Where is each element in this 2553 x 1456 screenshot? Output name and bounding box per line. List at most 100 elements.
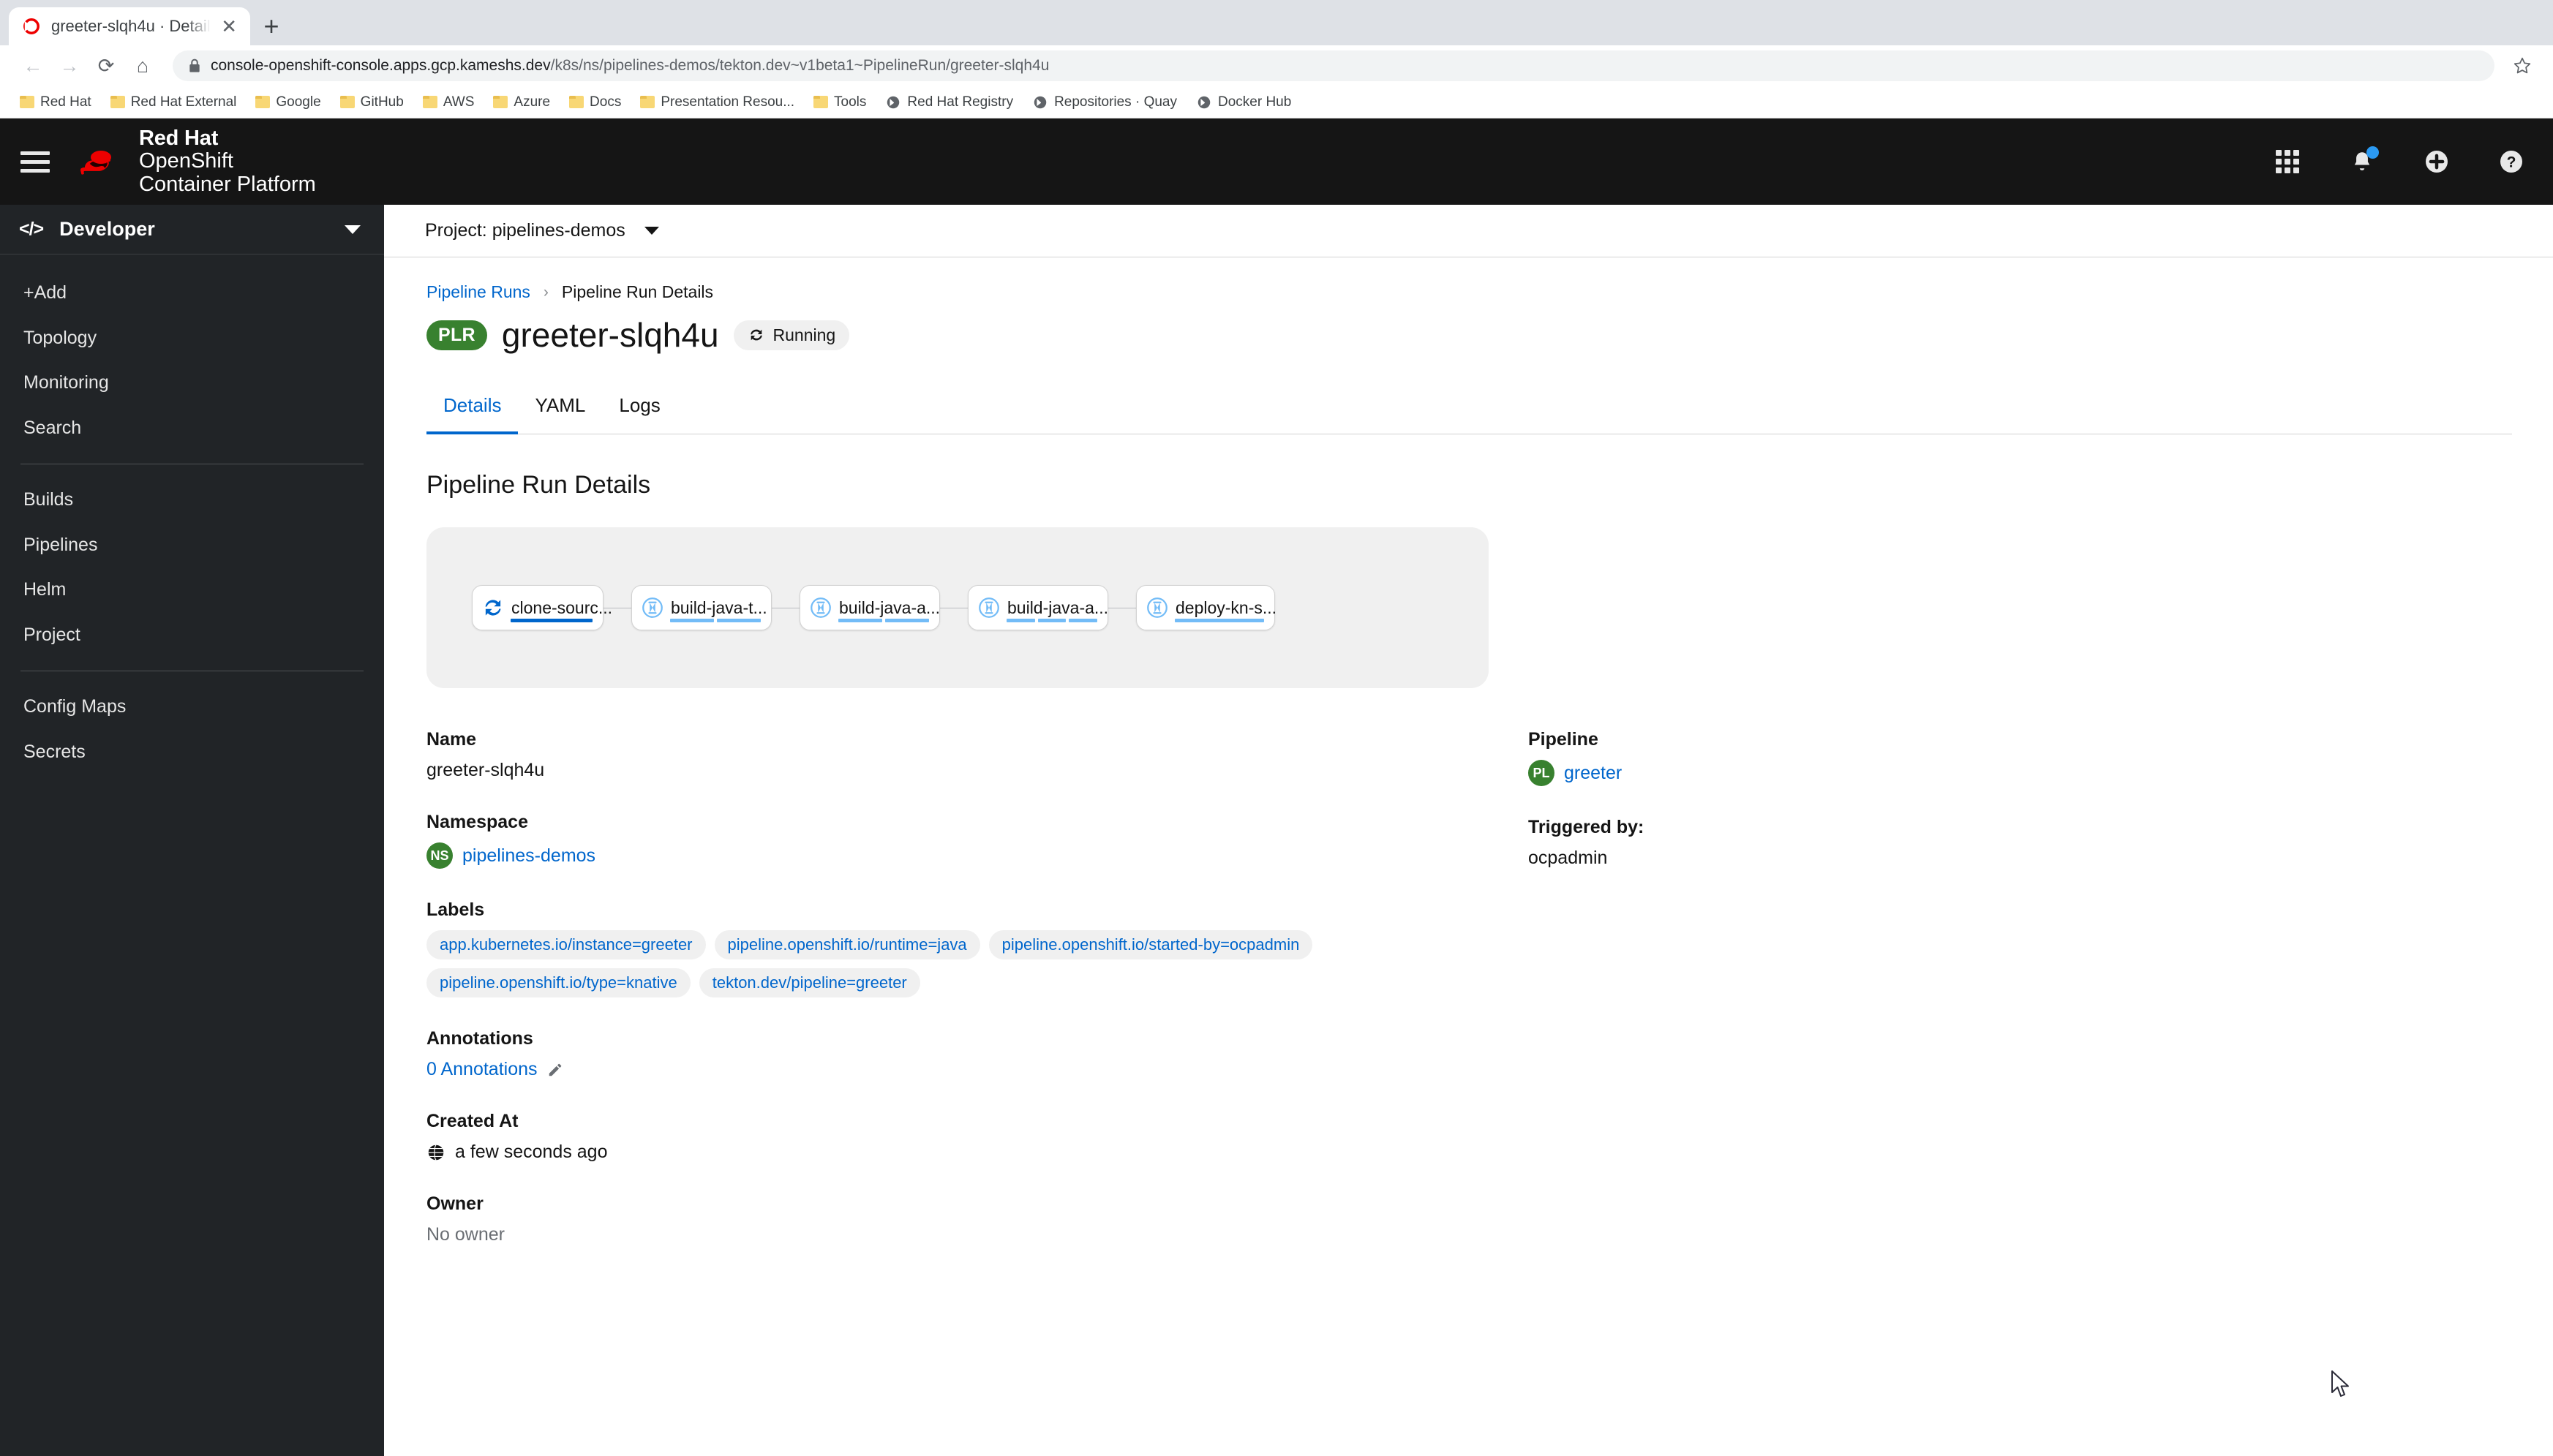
bookmark-label: Presentation Resou... — [661, 94, 795, 110]
pipeline-task-step-bar — [1175, 619, 1264, 622]
field-value-pipeline: PL greeter — [1528, 760, 2512, 786]
sidebar-item-builds[interactable]: Builds — [0, 478, 384, 523]
browser-toolbar: ← → ⟳ ⌂ console-openshift-console.apps.g… — [0, 45, 2553, 86]
bookmark-label: GitHub — [360, 94, 404, 110]
tab-yaml[interactable]: YAML — [518, 384, 602, 434]
bookmark-label: AWS — [443, 94, 475, 110]
bookmark-item[interactable]: Google — [247, 91, 328, 114]
sidebar-item-search[interactable]: Search — [0, 406, 384, 451]
pipeline-task-node[interactable]: clone-sourc... — [472, 585, 612, 630]
field-labels: Labels app.kubernetes.io/instance=greete… — [426, 899, 1489, 997]
bookmark-item[interactable]: Red Hat — [12, 91, 99, 114]
lock-icon — [189, 59, 200, 72]
help-circle-icon[interactable]: ? — [2496, 146, 2527, 177]
bookmark-item[interactable]: GitHub — [332, 91, 412, 114]
pipeline-task-step-bar — [670, 619, 714, 622]
hourglass-pending-icon — [811, 597, 831, 618]
red-hat-logo-icon — [80, 151, 111, 175]
chevron-down-icon — [345, 225, 361, 234]
pipeline-task-node[interactable]: build-java-a... — [968, 585, 1108, 630]
pipeline-link[interactable]: greeter — [1564, 763, 1622, 784]
brand-logo[interactable]: Red Hat OpenShift Container Platform — [70, 127, 316, 196]
pipeline-task-label: build-java-a... — [839, 597, 941, 617]
bookmark-item[interactable]: Docker Hub — [1188, 91, 1299, 114]
sidebar-item-monitoring[interactable]: Monitoring — [0, 361, 384, 406]
breadcrumb-link-pipeline-runs[interactable]: Pipeline Runs — [426, 282, 530, 302]
bookmark-star-icon[interactable] — [2508, 51, 2537, 80]
bookmark-item[interactable]: Azure — [485, 91, 558, 114]
field-namespace: Namespace NS pipelines-demos — [426, 812, 1489, 869]
code-icon: </> — [19, 219, 44, 239]
label-chip[interactable]: app.kubernetes.io/instance=greeter — [426, 930, 706, 959]
bookmark-item[interactable]: Red Hat External — [102, 91, 245, 114]
sidebar-nav-list: +Add Topology Monitoring Search Builds Pipeli… — [0, 254, 384, 774]
field-value-namespace: NS pipelines-demos — [426, 842, 1489, 869]
bookmark-item[interactable]: Tools — [805, 91, 874, 114]
address-bar[interactable]: console-openshift-console.apps.gcp.kames… — [173, 50, 2494, 81]
tab-logs[interactable]: Logs — [602, 384, 677, 434]
notification-bell-icon[interactable] — [2347, 146, 2379, 177]
sidebar-item-topology[interactable]: Topology — [0, 316, 384, 361]
field-owner: Owner No owner — [426, 1193, 1489, 1245]
main-content: Project: pipelines-demos Pipeline Runs ›… — [384, 205, 2553, 1456]
home-icon[interactable]: ⌂ — [126, 49, 159, 83]
breadcrumb-current: Pipeline Run Details — [561, 282, 714, 301]
label-chip[interactable]: tekton.dev/pipeline=greeter — [699, 968, 920, 997]
page-body: </> Developer +Add Topology Monitoring Sear… — [0, 205, 2553, 1456]
reload-icon[interactable]: ⟳ — [89, 49, 123, 83]
bookmark-item[interactable]: Repositories · Quay — [1024, 91, 1185, 114]
pipeline-task-step-bar — [1037, 619, 1067, 622]
field-triggered-by: Triggered by: ocpadmin — [1528, 817, 2512, 869]
close-icon[interactable]: ✕ — [221, 17, 237, 36]
sidebar-item-helm[interactable]: Helm — [0, 567, 384, 613]
bookmark-item[interactable]: AWS — [415, 91, 483, 114]
sidebar-item-config-maps[interactable]: Config Maps — [0, 684, 384, 730]
pipeline-task-node[interactable]: deploy-kn-s... — [1136, 585, 1276, 630]
pipeline-task-step-bar — [511, 619, 593, 622]
perspective-switcher[interactable]: </> Developer — [0, 205, 384, 254]
redhat-favicon-icon — [887, 96, 900, 108]
details-column-left: Name greeter-slqh4u Namespace NS pipelin… — [426, 729, 1489, 1276]
sidebar: </> Developer +Add Topology Monitoring Sear… — [0, 205, 384, 1456]
label-chip[interactable]: pipeline.openshift.io/type=knative — [426, 968, 691, 997]
sidebar-item-secrets[interactable]: Secrets — [0, 730, 384, 775]
field-value-created-at: a few seconds ago — [426, 1142, 1489, 1163]
bookmark-label: Google — [276, 94, 321, 110]
label-chip[interactable]: pipeline.openshift.io/started-by=ocpadmi… — [988, 930, 1313, 959]
forward-icon[interactable]: → — [53, 49, 86, 83]
pipeline-task-progress — [670, 619, 761, 622]
pipeline-task-node[interactable]: build-java-t... — [631, 585, 772, 630]
bookmark-item[interactable]: Red Hat Registry — [877, 91, 1021, 114]
bookmark-item[interactable]: Presentation Resou... — [632, 91, 802, 114]
field-label-namespace: Namespace — [426, 812, 528, 832]
pipeline-task-progress — [1007, 619, 1098, 622]
browser-tab[interactable]: greeter-slqh4u · Details · Red Hat ✕ — [9, 7, 250, 45]
nav-toggle-icon[interactable] — [0, 151, 70, 173]
annotations-link[interactable]: 0 Annotations — [426, 1059, 538, 1080]
sidebar-item-pipelines[interactable]: Pipelines — [0, 523, 384, 568]
plus-circle-icon[interactable] — [2421, 146, 2452, 177]
pencil-icon[interactable] — [547, 1062, 563, 1078]
pipeline-task-step-bar — [1069, 619, 1098, 622]
sidebar-item-project[interactable]: Project — [0, 613, 384, 658]
pipeline-task-node[interactable]: build-java-a... — [800, 585, 940, 630]
browser-chrome: greeter-slqh4u · Details · Red Hat ✕ + ←… — [0, 0, 2553, 118]
pipeline-task-progress — [838, 619, 929, 622]
section-title: Pipeline Run Details — [426, 471, 651, 499]
namespace-link[interactable]: pipelines-demos — [462, 845, 595, 867]
folder-icon — [422, 96, 437, 108]
label-chip[interactable]: pipeline.openshift.io/runtime=java — [714, 930, 980, 959]
bookmark-label: Tools — [834, 94, 867, 110]
application-launcher-icon[interactable] — [2272, 146, 2303, 177]
bookmark-item[interactable]: Docs — [561, 91, 629, 114]
back-icon[interactable]: ← — [16, 49, 50, 83]
perspective-label: Developer — [59, 218, 155, 240]
project-selector[interactable]: Project: pipelines-demos — [384, 205, 2553, 257]
bookmark-label: Red Hat — [40, 94, 91, 110]
sidebar-item-add[interactable]: +Add — [0, 271, 384, 316]
namespace-badge: NS — [426, 842, 453, 869]
tab-details[interactable]: Details — [426, 384, 519, 434]
brand-line-3: Container Platform — [139, 172, 316, 196]
field-value-owner: No owner — [426, 1224, 505, 1245]
new-tab-button[interactable]: + — [250, 7, 293, 45]
